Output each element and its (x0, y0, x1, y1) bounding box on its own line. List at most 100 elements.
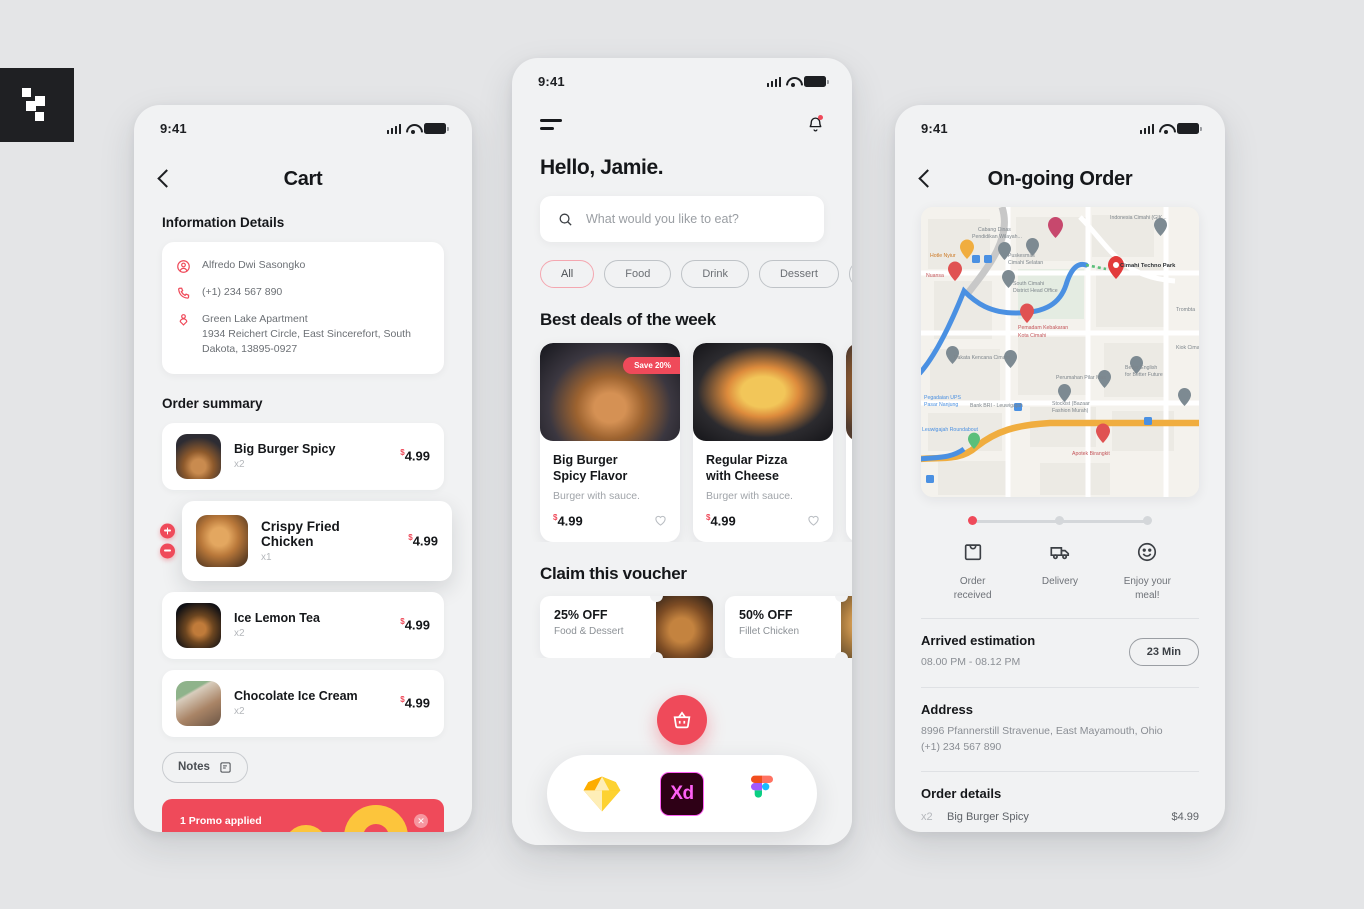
chip-all[interactable]: All (540, 260, 595, 288)
item-price: $4.99 (400, 617, 430, 632)
step-delivery: Delivery (1016, 515, 1148, 602)
quantity-stepper (160, 523, 175, 559)
sketch-icon[interactable] (580, 772, 624, 816)
phone-order-tracking-screen: 9:41 On-going Order Indonesia Cimahi (GI… (895, 105, 1225, 832)
item-name: Crispy Fried Chicken (261, 518, 340, 549)
arrival-estimation-block: Arrived estimation 08.00 PM - 08.12 PM 2… (895, 619, 1225, 671)
address-line-2: (+1) 234 567 890 (921, 740, 1002, 753)
price-value: 4.99 (404, 617, 430, 633)
order-detail-row: x2 Big Burger Spicy $4.99 (921, 811, 1199, 823)
customer-name: Alfredo Dwi Sasongko (202, 259, 306, 271)
brand-mark-icon (22, 88, 52, 122)
promo-banner[interactable]: 1 Promo applied ✕ (162, 798, 444, 832)
step-dot (1055, 516, 1065, 525)
status-bar: 9:41 (895, 105, 1225, 136)
cart-item-row[interactable]: Chocolate Ice Cream x2 $4.99 (162, 669, 444, 737)
battery-icon (804, 76, 829, 87)
page-title: Cart (283, 168, 323, 190)
basket-fab-button[interactable] (657, 695, 707, 745)
address-title: Address (921, 701, 974, 717)
svg-text:Kiok Cima: Kiok Cima (1176, 345, 1199, 351)
information-card: Alfredo Dwi Sasongko (+1) 234 567 890 Gr… (162, 242, 444, 374)
voucher-discount: 25% OFF (554, 607, 608, 622)
deal-card-partial[interactable] (846, 343, 852, 542)
deal-card[interactable]: Regular Pizza with Cheese Burger with sa… (693, 343, 833, 542)
svg-text:Indonesia Cimahi (GIK...: Indonesia Cimahi (GIK... (1110, 215, 1167, 221)
close-icon[interactable]: ✕ (414, 814, 428, 829)
order-nav-header: On-going Order (895, 136, 1225, 190)
best-deals-title: Best deals of the week (540, 310, 716, 329)
voucher-image (841, 595, 852, 658)
order-details-block: Order details x2 Big Burger Spicy $4.99 … (895, 772, 1225, 832)
increase-quantity-button[interactable] (160, 523, 175, 539)
greeting-text: Hello, Jamie. (540, 156, 664, 179)
figma-icon[interactable] (740, 772, 784, 816)
chip-dessert[interactable]: Dessert (758, 260, 839, 288)
voucher-carousel[interactable]: 25% OFF Food & Dessert 50% OFF Fillet Ch… (512, 584, 852, 658)
cart-item-row[interactable]: Crispy Fried Chicken x1 $4.99 (160, 500, 452, 581)
deal-title: Big Burger Spicy Flavor (553, 453, 667, 484)
information-details-label: Information Details (162, 215, 285, 230)
step-order-received: Order received (929, 515, 1060, 602)
svg-text:Puskesmas: Puskesmas (1008, 253, 1035, 259)
item-qty: x2 (234, 459, 245, 471)
best-deals-carousel[interactable]: Save 20% Big Burger Spicy Flavor Burger … (512, 330, 852, 542)
map-canvas: Indonesia Cimahi (GIK... Cabang DinasPen… (921, 207, 1199, 497)
detail-name: Big Burger Spicy (947, 811, 1029, 824)
price-value: 4.99 (404, 448, 430, 464)
step-label-line1: Enjoy your (1123, 576, 1171, 587)
eta-title: Arrived estimation (921, 633, 1036, 648)
search-input[interactable] (586, 212, 806, 226)
decrease-quantity-button[interactable] (160, 543, 175, 559)
notification-bell-icon[interactable] (807, 115, 824, 134)
voucher-card[interactable]: 50% OFF Fillet Chicken (725, 595, 852, 658)
cart-nav-header: Cart (134, 136, 472, 190)
voucher-card[interactable]: 25% OFF Food & Dessert (540, 595, 713, 658)
notes-button[interactable]: Notes (162, 751, 248, 783)
info-row-name: Alfredo Dwi Sasongko (176, 258, 426, 274)
step-label: Enjoy your meal! (1104, 575, 1191, 602)
price-value: 4.99 (710, 513, 736, 529)
svg-text:Bank BRI - Leuwigajah: Bank BRI - Leuwigajah (970, 403, 1023, 409)
svg-text:Perumahan Pilar Mas: Perumahan Pilar Mas (1056, 375, 1106, 381)
eta-pill[interactable]: 23 Min (1128, 637, 1199, 666)
save-badge: Save 20% (623, 357, 680, 374)
search-icon (559, 213, 572, 226)
order-summary-label: Order summary (162, 395, 263, 411)
notification-dot (818, 115, 823, 120)
delivery-map[interactable]: Indonesia Cimahi (GIK... Cabang Dinas Pen… (921, 207, 1199, 497)
chip-food[interactable]: Food (604, 260, 672, 288)
step-dot (1142, 516, 1152, 525)
item-name: Ice Lemon Tea (234, 611, 320, 626)
delivery-truck-icon (1050, 547, 1070, 560)
cart-item-row[interactable]: Ice Lemon Tea x2 $4.99 (162, 591, 444, 659)
svg-text:Pegadaian UPS: Pegadaian UPS (924, 395, 961, 401)
phone-icon (178, 287, 190, 299)
status-time: 9:41 (160, 121, 187, 136)
detail-qty: x2 (921, 811, 933, 824)
hamburger-menu-icon[interactable] (540, 119, 562, 130)
heart-icon[interactable] (807, 514, 820, 527)
category-chip-row[interactable]: All Food Drink Dessert He (512, 242, 852, 288)
smiley-face-icon (1138, 542, 1157, 562)
chip-drink[interactable]: Drink (681, 260, 749, 288)
svg-text:Cabang Dinas: Cabang Dinas (978, 227, 1011, 233)
svg-text:Stockist (Bazaar: Stockist (Bazaar (1052, 401, 1090, 407)
search-bar[interactable] (540, 196, 824, 242)
voucher-title: Claim this voucher (540, 563, 687, 583)
item-name: Chocolate Ice Cream (234, 689, 358, 704)
item-price: $4.99 (400, 448, 430, 463)
adobe-xd-icon[interactable]: Xd (660, 771, 704, 816)
status-bar: 9:41 (134, 105, 472, 136)
deal-description: Burger with sauce. (706, 490, 793, 503)
chip-healthy[interactable]: He (848, 260, 852, 288)
deal-card[interactable]: Save 20% Big Burger Spicy Flavor Burger … (540, 343, 680, 542)
basket-icon (673, 711, 691, 729)
deal-image: Save 20% (540, 343, 680, 441)
wifi-icon (786, 77, 799, 87)
cart-item-row[interactable]: Big Burger Spicy x2 $4.99 (162, 422, 444, 490)
shopping-bag-icon (964, 544, 981, 561)
user-circle-icon (177, 260, 190, 273)
svg-text:South Cimahi: South Cimahi (1013, 281, 1044, 287)
heart-icon[interactable] (654, 514, 667, 527)
